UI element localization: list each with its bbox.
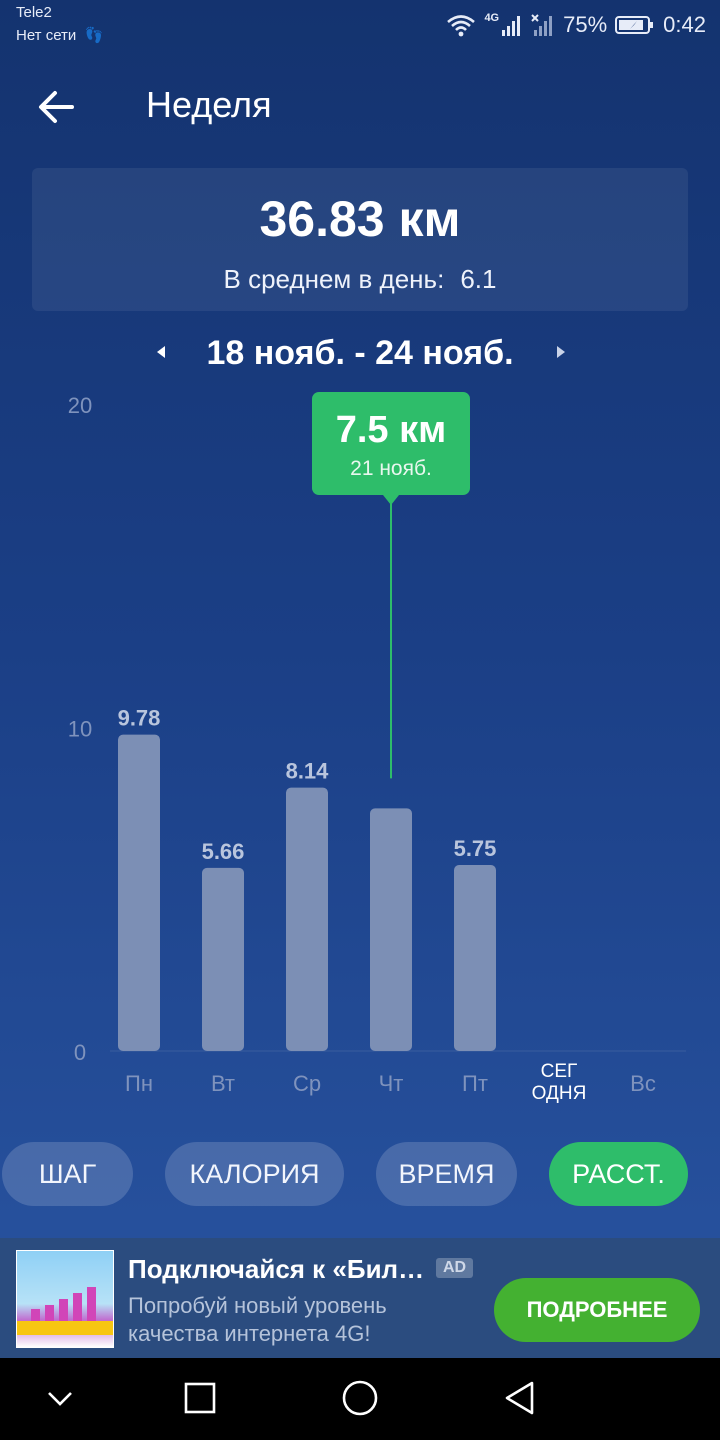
ad-image-bar <box>73 1293 82 1321</box>
total-distance: 36.83 км <box>259 191 461 247</box>
nav-recents-button[interactable] <box>180 1378 220 1418</box>
arrow-left-icon <box>39 91 74 123</box>
square-icon <box>184 1382 216 1414</box>
average-value: 6.1 <box>460 264 497 294</box>
clock-time: 0:42 <box>663 12 706 37</box>
bar <box>118 734 160 1051</box>
ad-more-button[interactable]: ПОДРОБНЕЕ <box>494 1278 700 1342</box>
next-week-button[interactable] <box>548 340 572 364</box>
system-nav-bar <box>0 1358 720 1440</box>
summary-card: 36.83 км В среднем в день: 6.1 <box>32 168 688 311</box>
bar <box>370 808 412 1051</box>
back-button[interactable] <box>34 84 80 130</box>
nav-home-button[interactable] <box>340 1378 380 1418</box>
tooltip-date: 21 нояб. <box>350 457 432 480</box>
bar-data-label: 5.75 <box>454 836 497 861</box>
battery-icon <box>615 16 654 34</box>
x-tick-label: Пт <box>462 1071 488 1096</box>
tooltip-value: 7.5 км <box>336 409 447 451</box>
date-range-nav: 18 нояб. - 24 нояб. <box>0 330 720 378</box>
date-range-label: 18 нояб. - 24 нояб. <box>206 334 514 372</box>
chevron-down-icon <box>48 1392 72 1406</box>
ad-image-banner-strip <box>17 1321 113 1335</box>
tab-time[interactable]: ВРЕМЯ <box>376 1142 517 1206</box>
x-tick-label: Вс <box>630 1071 656 1096</box>
carrier-name: Tele2 <box>16 4 52 21</box>
ad-image-bar <box>45 1305 54 1321</box>
tab-calories[interactable]: КАЛОРИЯ <box>165 1142 344 1206</box>
triangle-back-icon <box>505 1381 534 1415</box>
tab-steps[interactable]: ШАГ <box>2 1142 133 1206</box>
battery-percent: 75% <box>563 12 608 37</box>
network-status-text: Нет сети <box>16 27 77 44</box>
status-icons: 4G 75% 0:42 <box>446 10 706 40</box>
ad-image-bar <box>87 1287 96 1321</box>
average-label: В среднем в день: <box>223 264 445 294</box>
network-status: Нет сети 👣 <box>16 26 103 44</box>
circle-icon <box>342 1380 378 1416</box>
bar <box>454 864 496 1051</box>
network-type-label: 4G <box>484 12 500 24</box>
footsteps-icon: 👣 <box>84 27 104 44</box>
x-tick-label: Ср <box>293 1071 321 1096</box>
ad-image-bar <box>59 1299 68 1321</box>
bar <box>286 787 328 1051</box>
ad-badge: AD <box>436 1258 474 1278</box>
y-tick-label: 10 <box>68 717 92 742</box>
bar-data-label: 8.14 <box>286 759 330 784</box>
x-tick-label: Пн <box>125 1071 153 1096</box>
bar-data-label: 9.78 <box>118 706 161 731</box>
x-tick-label: СЕГ <box>541 1061 578 1082</box>
nav-back-button[interactable] <box>500 1378 540 1418</box>
ad-image[interactable] <box>16 1250 114 1348</box>
triangle-right-icon <box>557 346 565 358</box>
signal-icon <box>502 16 521 36</box>
y-tick-label: 20 <box>68 393 92 418</box>
nav-hide-button[interactable] <box>40 1378 80 1418</box>
x-tick-label: Вт <box>211 1071 235 1096</box>
distance-bar-chart: 0 10 20 9.78 Пн 5.66 Вт 8.14 Ср Чт 5.75 Пт СЕГОДНЯ Вс… <box>68 392 686 1104</box>
metric-tabs: ШАГ КАЛОРИЯ ВРЕМЯ РАССТ. <box>0 1142 720 1206</box>
average-row: В среднем в день: 6.1 <box>32 264 688 295</box>
page-title: Неделя <box>146 84 272 125</box>
y-tick-label: 0 <box>74 1040 86 1065</box>
bar <box>202 867 244 1051</box>
ad-image-bar <box>31 1309 40 1321</box>
wifi-icon <box>447 15 476 37</box>
x-tick-label: ОДНЯ <box>532 1083 587 1104</box>
bar-data-label: 5.66 <box>202 839 245 864</box>
tooltip-pointer <box>383 495 399 505</box>
app-header: Неделя <box>0 70 720 142</box>
x-tick-label: Чт <box>379 1071 404 1096</box>
ad-banner[interactable]: Подключайся к «Бил… AD Попробуй новый ур… <box>0 1238 720 1358</box>
status-bar: Tele2 Нет сети 👣 4G 75% 0:42 <box>0 0 720 52</box>
ad-title[interactable]: Подключайся к «Бил… <box>128 1254 428 1285</box>
tab-distance[interactable]: РАССТ. <box>549 1142 688 1206</box>
signal-no-service-icon <box>531 14 553 36</box>
ad-body-text[interactable]: Попробуй новый уровень качества интернет… <box>128 1292 458 1348</box>
